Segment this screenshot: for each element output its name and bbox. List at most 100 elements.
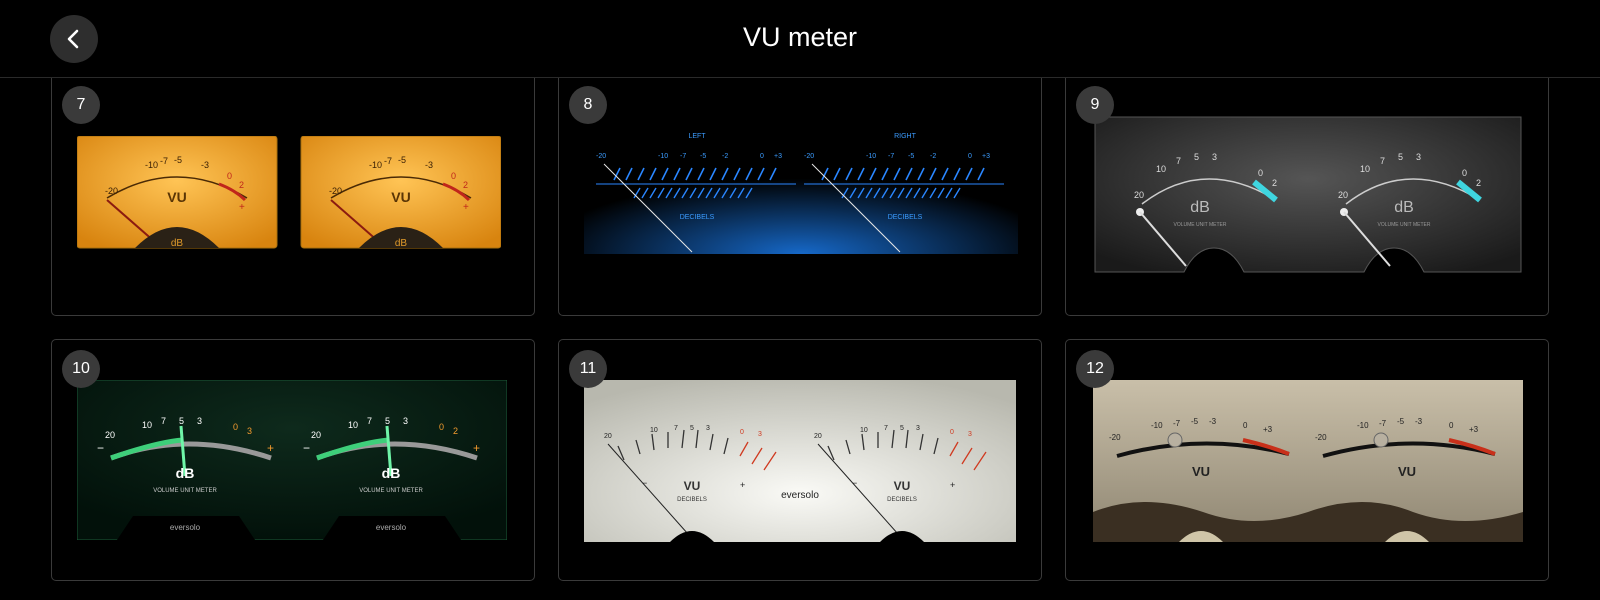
scale-label: 5 <box>1398 152 1403 162</box>
card-number-badge: 12 <box>1076 350 1114 388</box>
meter-label: dB <box>382 465 401 481</box>
meter-sub-label: VOLUME UNIT METER <box>359 488 423 494</box>
scale-label: -10 <box>658 153 668 160</box>
meter-label: VU <box>894 479 911 493</box>
scale-label: 3 <box>706 425 710 432</box>
scale-label: -2 <box>930 153 936 160</box>
scale-label: -7 <box>888 153 894 160</box>
svg-text:+: + <box>267 441 274 455</box>
meter-sub-label: DECIBELS <box>677 497 707 503</box>
scale-label: +3 <box>774 153 782 160</box>
scale-label: 0 <box>451 171 456 181</box>
scale-label: 0 <box>227 171 232 181</box>
scale-label: 0 <box>968 153 972 160</box>
card-number-badge: 9 <box>1076 86 1114 124</box>
scale-label: 2 <box>239 180 244 190</box>
scale-label: -10 <box>145 160 158 170</box>
scale-label: 20 <box>1134 190 1144 200</box>
scale-label: 7 <box>1176 156 1181 166</box>
meter-sub-label: VOLUME UNIT METER <box>1174 222 1227 228</box>
scale-label: 20 <box>814 433 822 440</box>
brand-label: eversolo <box>170 523 201 532</box>
meter-sub-label: VOLUME UNIT METER <box>1378 222 1431 228</box>
scale-label: 3 <box>247 426 252 436</box>
scale-label: 10 <box>650 427 658 434</box>
svg-text:+: + <box>740 480 745 490</box>
scale-label: 20 <box>311 430 321 440</box>
scale-label: -5 <box>1397 417 1405 426</box>
scale-label: 3 <box>758 431 762 438</box>
vu-meter-card-9[interactable]: 9 20 10 7 5 3 0 2 dB VOLUME UNIT METER 2… <box>1065 78 1549 316</box>
scale-label: -7 <box>160 156 168 166</box>
scale-label: 5 <box>900 425 904 432</box>
scale-label: -5 <box>700 153 706 160</box>
vu-meter-card-12[interactable]: 12 -20 -10 -7 -5 -3 0 +3 VU -20 -10 -7 -… <box>1065 339 1549 581</box>
meter-label: dB <box>176 465 195 481</box>
vu-meter-card-7[interactable]: 7 -20 -10 -7 -5 -3 0 2 + VU dB -20 -10 -… <box>51 78 535 316</box>
vu-meter-preview-11: 20 10 7 5 3 0 3 − + VU DECIBELS eversolo… <box>584 380 1016 542</box>
scale-label: -5 <box>908 153 914 160</box>
vu-meter-card-10[interactable]: 10 20 10 7 5 3 0 3 + − dB VOLUME UNIT ME… <box>51 339 535 581</box>
scale-label: -3 <box>1415 417 1423 426</box>
scale-label: -7 <box>680 153 686 160</box>
scale-label: 7 <box>884 425 888 432</box>
scale-label: + <box>463 202 469 213</box>
meter-label: dB <box>1394 199 1414 216</box>
scale-label: 5 <box>1194 152 1199 162</box>
vu-meter-preview-7: -20 -10 -7 -5 -3 0 2 + VU dB -20 -10 -7 … <box>77 136 501 249</box>
scale-label: 0 <box>1462 168 1467 178</box>
scale-label: 3 <box>1416 152 1421 162</box>
brand-label: eversolo <box>781 490 819 501</box>
scale-label: 5 <box>690 425 694 432</box>
svg-text:−: − <box>97 441 104 455</box>
scale-label: 20 <box>604 433 612 440</box>
scale-label: 2 <box>453 426 458 436</box>
scale-label: 3 <box>403 416 408 426</box>
channel-label: RIGHT <box>894 133 917 140</box>
scale-label: -5 <box>1191 417 1199 426</box>
scale-label: 0 <box>1243 421 1248 430</box>
scale-label: + <box>239 202 245 213</box>
scale-label: 7 <box>674 425 678 432</box>
scale-label: -20 <box>105 186 118 196</box>
scale-label: 0 <box>1449 421 1454 430</box>
card-number-badge: 7 <box>62 86 100 124</box>
vu-meter-card-11[interactable]: 11 20 10 7 5 3 0 3 − + VU DECIBELS evers… <box>558 339 1042 581</box>
channel-label: LEFT <box>688 133 706 140</box>
scale-label: 7 <box>367 416 372 426</box>
scale-label: -20 <box>1109 433 1121 442</box>
scale-label: +3 <box>1469 425 1479 434</box>
svg-text:−: − <box>303 441 310 455</box>
brand-label: eversolo <box>376 523 407 532</box>
scale-label: 7 <box>161 416 166 426</box>
meter-sub-label: dB <box>395 238 408 249</box>
scale-label: -20 <box>596 153 606 160</box>
scale-label: -2 <box>722 153 728 160</box>
card-number-badge: 10 <box>62 350 100 388</box>
scale-label: -20 <box>804 153 814 160</box>
scale-label: 2 <box>463 180 468 190</box>
scale-label: -3 <box>425 160 433 170</box>
meter-label: VU <box>684 479 701 493</box>
scale-label: -5 <box>174 155 182 165</box>
meter-label: VU <box>1192 464 1210 479</box>
scale-label: 2 <box>1272 178 1277 188</box>
meter-sub-label: DECIBELS <box>887 497 917 503</box>
svg-text:+: + <box>473 441 480 455</box>
scale-label: +3 <box>982 153 990 160</box>
scale-label: -10 <box>866 153 876 160</box>
meter-sub-label: dB <box>171 238 184 249</box>
card-number-badge: 8 <box>569 86 607 124</box>
scale-label: -10 <box>1357 421 1369 430</box>
header: VU meter <box>0 0 1600 78</box>
scale-label: -10 <box>1151 421 1163 430</box>
scale-label: -20 <box>329 186 342 196</box>
scale-label: 0 <box>233 422 238 432</box>
scale-label: 0 <box>1258 168 1263 178</box>
scale-label: -7 <box>1379 419 1387 428</box>
scale-label: 10 <box>860 427 868 434</box>
vu-meter-card-8[interactable]: 8 LEFT -20 -10 -7 -5 -2 0 +3 DECIBELS RI… <box>558 78 1042 316</box>
meter-label: VU <box>391 189 410 205</box>
meter-label: VU <box>167 189 186 205</box>
scale-label: 20 <box>1338 190 1348 200</box>
